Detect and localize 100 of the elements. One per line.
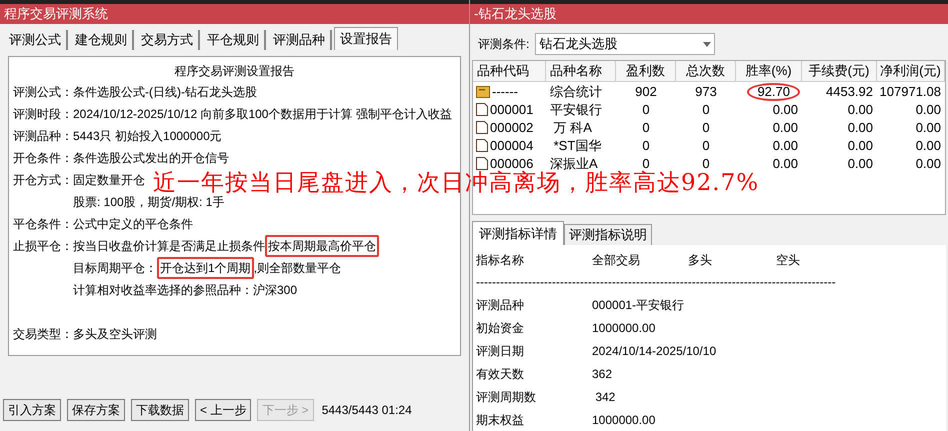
field-label: 评测品种：: [13, 128, 73, 145]
metric-name: 评测周期数: [476, 388, 537, 406]
condition-dropdown[interactable]: 钻石龙头选股: [535, 33, 716, 55]
overlay-caption: 近一年按当日尾盘进入，次日冲高离场，胜率高达92.7%: [153, 172, 760, 195]
report-heading: 程序交易评测设置报告: [174, 63, 294, 80]
table-cell-text: 平安银行: [549, 101, 603, 119]
table-cell-text: 综合统计: [549, 83, 603, 101]
tab[interactable]: 平仓规则: [202, 30, 266, 50]
metric-name: 评测日期: [476, 342, 525, 360]
table-cell-text: 0.00: [772, 119, 799, 137]
tab[interactable]: 建仓规则: [70, 30, 134, 50]
condition-label: 评测条件:: [478, 36, 530, 53]
field-value: 多头及空头评测: [73, 326, 157, 343]
toolbar-button[interactable]: 保存方案: [67, 399, 125, 421]
toolbar-button[interactable]: 引入方案: [3, 399, 61, 421]
table-cell-text: *ST国华: [552, 137, 602, 155]
field-value: 条件选股公式-(日线)-钻石龙头选股: [73, 84, 257, 101]
tab[interactable]: 交易方式: [136, 30, 200, 50]
column-header: 空头: [776, 252, 801, 269]
field-value: 股票: 100股，期货/期权: 1手: [73, 194, 224, 211]
column-header: 全部交易: [592, 252, 641, 269]
document-icon: [476, 121, 488, 134]
column-header[interactable]: 品种名称: [546, 61, 616, 82]
table-cell-text: 000006: [490, 155, 534, 171]
tab[interactable]: 评测指标详情: [472, 221, 564, 245]
highlight-box: 开仓达到1个周期: [157, 257, 254, 279]
metric-name: 初始资金: [476, 320, 525, 336]
field-value: 2024/10/12-2025/10/12 向前多取100个数据用于计算 强制平仓计入收益: [73, 106, 452, 123]
table-cell-text: 973: [694, 83, 718, 101]
table-cell-text: 902: [634, 83, 658, 101]
field-label: 止损平仓：: [13, 238, 73, 255]
metric-value: 1000000.00: [592, 320, 656, 336]
table-cell-text: 0: [701, 155, 711, 172]
table-cell-text: 0.00: [846, 119, 874, 137]
toolbar-button[interactable]: 下载数据: [131, 399, 189, 421]
field-label: 开仓方式：: [13, 172, 73, 189]
column-header: 指标名称: [476, 252, 525, 269]
tab[interactable]: 评测品种: [268, 30, 332, 50]
table-cell-text: 107971.08: [878, 83, 942, 101]
column-header[interactable]: 手续费(元): [802, 61, 877, 82]
table-cell-text: 0.00: [772, 101, 799, 119]
status-text: 5443/5443 01:24: [322, 402, 412, 419]
table-cell-text: 0.00: [846, 137, 874, 155]
table-cell-text: 000002: [490, 119, 534, 137]
column-header[interactable]: 盈利数: [616, 61, 676, 82]
field-value: 固定数量开仓: [73, 172, 145, 189]
tab[interactable]: 评测指标说明: [564, 224, 652, 245]
window-title: 程序交易评测系统: [4, 5, 108, 24]
field-label: 评测时段：: [13, 106, 73, 123]
document-icon: [476, 139, 488, 152]
metric-value: 2024/10/14-2025/10/10: [592, 342, 718, 360]
table-cell-text: 0.00: [914, 119, 942, 137]
field-label: 评测公式：: [13, 84, 73, 101]
table-cell-text: 0: [641, 119, 651, 137]
column-header[interactable]: 总次数: [676, 61, 736, 82]
metric-value: 362: [592, 366, 614, 382]
column-header[interactable]: 胜率(%): [736, 61, 802, 82]
table-cell-text: 4453.92: [825, 83, 874, 101]
field-value: 按当日收盘价计算是否满足止损条件: [73, 238, 265, 255]
window-title: -钻石龙头选股: [474, 5, 556, 24]
highlight-box: 按本周期最高价平仓: [265, 235, 379, 257]
table-cell-text: 0.00: [914, 137, 942, 155]
metric-value: 000001-平安银行: [592, 296, 686, 314]
field-value: 公式中定义的平仓条件: [73, 216, 193, 233]
table-cell-text: 万 科A: [552, 119, 593, 137]
caret-icon: [703, 42, 712, 46]
document-icon: [476, 157, 488, 170]
table-cell-text: 0: [642, 155, 650, 171]
metric-value: 1000000.00: [592, 412, 656, 428]
field-value: 条件选股公式发出的开仓信号: [73, 150, 229, 167]
metric-name: 有效天数: [476, 366, 525, 382]
column-header: 多头: [688, 252, 713, 269]
field-value: ,则全部数量平仓: [254, 260, 342, 277]
metric-name: 评测品种: [476, 296, 525, 314]
table-cell-text: 0.00: [846, 155, 874, 173]
table-cell-text: 0.00: [846, 101, 874, 119]
table-cell-text: 0.00: [914, 101, 942, 119]
table-cell-text: 0.00: [772, 155, 799, 173]
table-cell-text: 0: [701, 119, 711, 137]
table-cell-text: 深振业A: [549, 155, 599, 171]
table-cell-text: 0.00: [914, 155, 942, 173]
toolbar-button[interactable]: < 上一步: [195, 399, 252, 421]
table-cell-text: 0.00: [772, 137, 799, 155]
table-cell-text: 000001: [490, 101, 534, 119]
table-cell-text: ------: [492, 83, 518, 101]
table-cell-text: 0: [641, 137, 651, 155]
field-label: 交易类型：: [13, 326, 73, 343]
tab[interactable]: 设置报告: [334, 27, 398, 50]
field-label: 平仓条件：: [13, 216, 73, 233]
field-value: 5443只 初始投入1000000元: [73, 128, 222, 145]
column-header[interactable]: 品种代码: [473, 61, 546, 82]
dashed-separator: ------------------------------------------------------------------------------------------: [476, 274, 836, 291]
tab[interactable]: 评测公式: [4, 30, 68, 50]
table-cell-text: 000004: [490, 137, 534, 155]
column-header[interactable]: 净利润(元): [877, 61, 945, 82]
table-cell-text: 0: [701, 137, 711, 155]
document-icon: [476, 103, 488, 116]
table-cell-text: 0: [701, 101, 711, 119]
circled-value: 92.70: [747, 82, 800, 101]
metric-name: 期末权益: [476, 412, 525, 428]
